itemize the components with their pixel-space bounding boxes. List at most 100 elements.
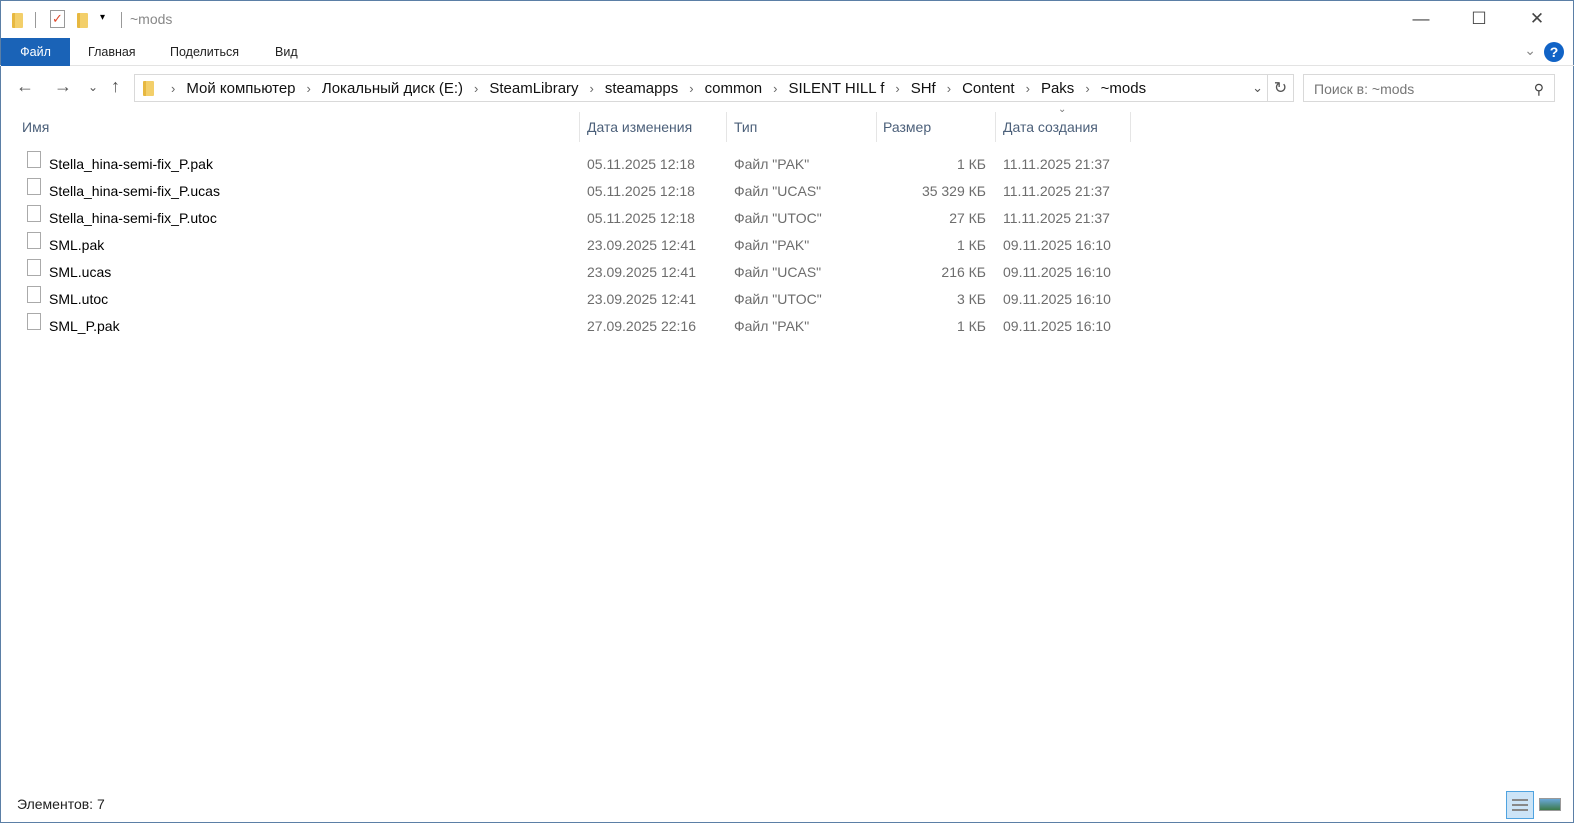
divider — [35, 12, 36, 28]
file-created: 11.11.2025 21:37 — [1003, 210, 1110, 226]
file-row[interactable]: Stella_hina-semi-fix_P.pak 05.11.2025 12… — [0, 151, 1140, 178]
breadcrumb[interactable]: SILENT HILL f — [788, 80, 884, 97]
search-input[interactable]: Поиск в: ~mods ⚲ — [1303, 74, 1555, 102]
search-icon[interactable]: ⚲ — [1534, 81, 1544, 97]
divider — [121, 12, 122, 28]
breadcrumb[interactable]: Paks — [1041, 80, 1074, 97]
file-row[interactable]: SML.ucas 23.09.2025 12:41 Файл "UCAS" 21… — [0, 259, 1140, 286]
column-divider[interactable] — [726, 112, 727, 142]
chevron-icon: › — [474, 80, 479, 96]
file-type: Файл "PAK" — [734, 318, 810, 334]
file-created: 09.11.2025 16:10 — [1003, 318, 1111, 334]
expand-ribbon-icon[interactable]: ⌄ — [1524, 42, 1536, 59]
address-bar[interactable]: › Мой компьютер › Локальный диск (E:) › St… — [134, 74, 1268, 102]
sort-indicator-icon: ⌄ — [1058, 104, 1067, 115]
address-dropdown-icon[interactable]: ⌄ — [1252, 80, 1263, 96]
file-modified: 23.09.2025 12:41 — [587, 264, 696, 280]
column-divider[interactable] — [1130, 112, 1131, 142]
file-row[interactable]: SML_P.pak 27.09.2025 22:16 Файл "PAK" 1 … — [0, 313, 1140, 340]
window-title: ~mods — [130, 11, 173, 27]
file-name: SML_P.pak — [49, 318, 120, 334]
file-modified: 23.09.2025 12:41 — [587, 237, 696, 253]
file-modified: 27.09.2025 22:16 — [587, 318, 696, 334]
recent-locations-icon[interactable]: ⌄ — [88, 80, 98, 94]
file-icon — [27, 313, 41, 330]
tab-home[interactable]: Главная — [88, 38, 136, 66]
file-size: 3 КБ — [956, 291, 986, 307]
file-created: 09.11.2025 16:10 — [1003, 237, 1111, 253]
file-created: 09.11.2025 16:10 — [1003, 264, 1111, 280]
back-button[interactable]: ← — [16, 76, 34, 97]
file-size: 216 КБ — [941, 264, 986, 280]
column-header-type[interactable]: Тип — [734, 112, 757, 142]
up-button[interactable]: ↑ — [111, 76, 120, 97]
file-size: 35 329 КБ — [921, 183, 986, 199]
status-item-count: Элементов: 7 — [17, 796, 105, 812]
file-name: Stella_hina-semi-fix_P.utoc — [49, 210, 217, 226]
folder-icon — [12, 11, 23, 29]
refresh-button[interactable]: ↻ — [1268, 74, 1294, 102]
breadcrumb[interactable]: steamapps — [605, 80, 678, 97]
file-type: Файл "UTOC" — [734, 291, 822, 307]
breadcrumb[interactable]: SteamLibrary — [489, 80, 578, 97]
file-modified: 05.11.2025 12:18 — [587, 156, 695, 172]
tab-view[interactable]: Вид — [275, 38, 298, 66]
file-modified: 05.11.2025 12:18 — [587, 210, 695, 226]
column-header-size[interactable]: Размер — [883, 112, 931, 142]
file-row[interactable]: SML.pak 23.09.2025 12:41 Файл "PAK" 1 КБ… — [0, 232, 1140, 259]
file-icon — [27, 178, 41, 195]
breadcrumb[interactable]: Content — [962, 80, 1015, 97]
help-icon[interactable]: ? — [1544, 42, 1564, 62]
file-size: 1 КБ — [956, 156, 986, 172]
file-created: 11.11.2025 21:37 — [1003, 183, 1110, 199]
properties-icon[interactable]: ✓ — [50, 10, 65, 28]
file-row[interactable]: SML.utoc 23.09.2025 12:41 Файл "UTOC" 3 … — [0, 286, 1140, 313]
file-icon — [27, 286, 41, 303]
chevron-icon: › — [773, 80, 778, 96]
file-type: Файл "PAK" — [734, 237, 810, 253]
file-row[interactable]: Stella_hina-semi-fix_P.utoc 05.11.2025 1… — [0, 205, 1140, 232]
column-header-modified[interactable]: Дата изменения — [587, 112, 692, 142]
breadcrumb[interactable]: SHf — [911, 80, 936, 97]
tab-file[interactable]: Файл — [1, 38, 70, 66]
forward-button[interactable]: → — [54, 76, 72, 97]
column-divider[interactable] — [876, 112, 877, 142]
file-name: Stella_hina-semi-fix_P.ucas — [49, 183, 220, 199]
breadcrumb[interactable]: Мой компьютер — [186, 80, 295, 97]
close-button[interactable]: ✕ — [1508, 0, 1566, 38]
file-type: Файл "UCAS" — [734, 264, 822, 280]
file-created: 09.11.2025 16:10 — [1003, 291, 1111, 307]
chevron-icon: › — [1085, 80, 1090, 96]
column-header-name[interactable]: Имя — [22, 112, 49, 142]
file-name: Stella_hina-semi-fix_P.pak — [49, 156, 213, 172]
explorer-window — [0, 0, 1574, 823]
new-folder-icon[interactable] — [77, 11, 88, 29]
file-icon — [27, 151, 41, 168]
breadcrumb[interactable]: ~mods — [1101, 80, 1146, 97]
folder-icon — [143, 80, 154, 96]
minimize-button[interactable]: — — [1392, 0, 1450, 38]
details-view-icon — [1512, 799, 1528, 811]
file-icon — [27, 259, 41, 276]
maximize-button[interactable]: ☐ — [1450, 0, 1508, 38]
file-size: 1 КБ — [956, 237, 986, 253]
chevron-icon: › — [306, 80, 311, 96]
file-row[interactable]: Stella_hina-semi-fix_P.ucas 05.11.2025 1… — [0, 178, 1140, 205]
details-view-button[interactable] — [1506, 791, 1534, 819]
tab-share[interactable]: Поделиться — [170, 38, 239, 66]
file-name: SML.pak — [49, 237, 105, 253]
breadcrumb[interactable]: common — [705, 80, 763, 97]
column-divider[interactable] — [579, 112, 580, 142]
chevron-icon: › — [171, 80, 176, 96]
title-bar: ✓ ▾ ~mods — ☐ ✕ — [0, 0, 1574, 38]
search-placeholder: Поиск в: ~mods — [1314, 81, 1415, 97]
column-header-created[interactable]: Дата создания — [1003, 112, 1098, 142]
file-modified: 05.11.2025 12:18 — [587, 183, 695, 199]
column-divider[interactable] — [995, 112, 996, 142]
file-name: SML.ucas — [49, 264, 112, 280]
file-type: Файл "PAK" — [734, 156, 810, 172]
customize-qa-icon[interactable]: ▾ — [100, 12, 105, 23]
breadcrumb[interactable]: Локальный диск (E:) — [322, 80, 463, 97]
chevron-icon: › — [689, 80, 694, 96]
large-icons-view-button[interactable] — [1536, 791, 1564, 819]
